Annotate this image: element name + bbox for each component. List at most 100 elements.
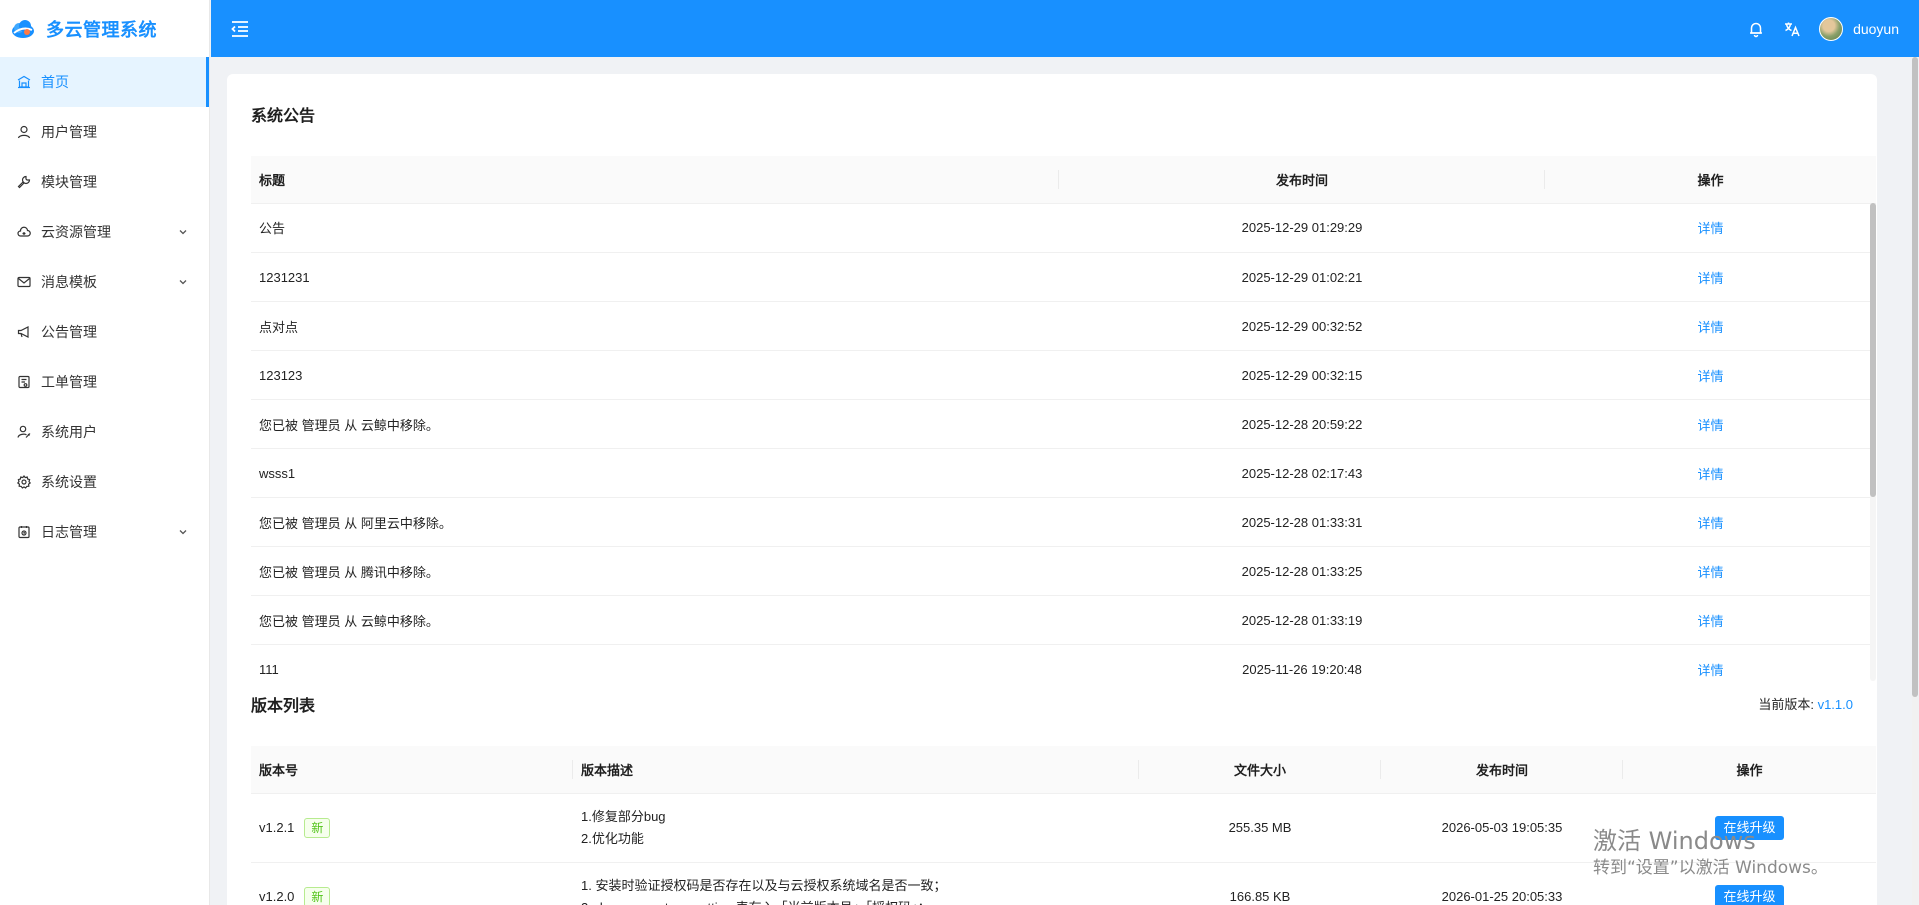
windows-activation-watermark: 激活 Windows 转到“设置”以激活 Windows。 (1593, 826, 1828, 880)
announcement-time: 2025-11-26 19:20:48 (1059, 644, 1545, 681)
sidebar-item-label: 公告管理 (41, 324, 97, 340)
table-row: 111 2025-11-26 19:20:48 详情 (251, 644, 1876, 681)
announcements-body[interactable]: 公告 2025-12-29 01:29:29 详情 1231231 2025-12-29… (251, 203, 1876, 681)
table-row: 您已被 管理员 从 阿里云中移除。 2025-12-28 01:33:31 详情 (251, 497, 1876, 547)
sidebar-item-message-templates[interactable]: 消息模板 (0, 257, 209, 307)
announcement-title: 1231231 (251, 252, 1059, 302)
current-version: 当前版本: v1.1.0 (1758, 694, 1853, 713)
announcement-time: 2025-12-28 20:59:22 (1059, 399, 1545, 449)
announcement-title: 您已被 管理员 从 云鲸中移除。 (251, 399, 1059, 449)
chevron-down-icon (179, 530, 187, 535)
version-size: 255.35 MB (1139, 793, 1381, 863)
sidebar-item-tickets[interactable]: 工单管理 (0, 357, 209, 407)
version-time: 2026-05-03 19:05:35 (1381, 793, 1623, 863)
online-upgrade-button[interactable]: 在线升级 (1715, 884, 1784, 905)
version-description: 1.修复部分bug 2.优化功能 (573, 793, 1139, 863)
sidebar-item-label: 模块管理 (41, 174, 97, 190)
announcement-title: 123123 (251, 350, 1059, 400)
top-header: duoyun (211, 0, 1919, 57)
version-size: 166.85 KB (1139, 862, 1381, 905)
sidebar-menu: 首页 用户管理 模块管理 云资源管理 消息模板 公告管理 工单管理 系统用户 系… (0, 57, 209, 557)
sidebar-item-label: 消息模板 (41, 274, 97, 290)
announcement-title: 公告 (251, 203, 1059, 253)
announcements-scrollbar[interactable] (1870, 203, 1876, 681)
translate-icon[interactable] (1783, 20, 1801, 38)
current-version-value: v1.1.0 (1817, 697, 1853, 712)
current-version-label: 当前版本: (1758, 697, 1818, 712)
sidebar-item-modules[interactable]: 模块管理 (0, 157, 209, 207)
detail-link[interactable]: 详情 (1697, 221, 1723, 236)
sidebar-item-system-settings[interactable]: 系统设置 (0, 457, 209, 507)
menu-fold-icon[interactable] (228, 17, 252, 41)
table-header-row: 版本号 版本描述 文件大小 发布时间 操作 (251, 746, 1876, 794)
watermark-line: 激活 Windows (1593, 827, 1756, 855)
cloud-icon (17, 225, 31, 239)
detail-link[interactable]: 详情 (1697, 467, 1723, 482)
avatar (1819, 16, 1844, 41)
brand[interactable]: 多云管理系统 (0, 0, 209, 57)
announcement-action-cell: 详情 (1545, 546, 1876, 596)
table-row: 您已被 管理员 从 云鲸中移除。 2025-12-28 01:33:19 详情 (251, 595, 1876, 645)
detail-link[interactable]: 详情 (1697, 320, 1723, 335)
home-icon (17, 75, 31, 89)
version-cell: v1.2.1 新 (251, 793, 573, 863)
announcements-table: 标题 发布时间 操作 公告 2025-12-29 01:29:29 详情 123123… (251, 156, 1876, 681)
sidebar-item-cloud-resources[interactable]: 云资源管理 (0, 207, 209, 257)
announcement-time: 2025-12-29 00:32:15 (1059, 350, 1545, 400)
dashboard-card: 系统公告 标题 发布时间 操作 公告 2025-12-29 01:29:29 详情 1… (227, 74, 1877, 905)
scroll-thumb[interactable] (1870, 203, 1876, 497)
megaphone-icon (17, 325, 31, 339)
page-scrollbar[interactable] (1912, 57, 1918, 905)
announcement-action-cell: 详情 (1545, 497, 1876, 547)
sidebar: 多云管理系统 首页 用户管理 模块管理 云资源管理 消息模板 公告管理 工单管理… (0, 0, 210, 905)
version-cell: v1.2.0 新 (251, 862, 573, 905)
sidebar-item-label: 用户管理 (41, 124, 97, 140)
column-header: 发布时间 (1381, 746, 1623, 794)
announcement-action-cell: 详情 (1545, 399, 1876, 449)
mail-icon (17, 275, 31, 289)
detail-link[interactable]: 详情 (1697, 271, 1723, 286)
detail-link[interactable]: 详情 (1697, 418, 1723, 433)
announcement-action-cell: 详情 (1545, 595, 1876, 645)
brand-title: 多云管理系统 (46, 19, 157, 40)
bell-icon[interactable] (1747, 20, 1765, 38)
ticket-icon (17, 375, 31, 389)
cloud-logo-icon (12, 19, 34, 38)
detail-link[interactable]: 详情 (1697, 516, 1723, 531)
table-row: 您已被 管理员 从 腾讯中移除。 2025-12-28 01:33:25 详情 (251, 546, 1876, 596)
new-badge: 新 (304, 817, 331, 838)
sidebar-item-system-users[interactable]: 系统用户 (0, 407, 209, 457)
announcement-title: wsss1 (251, 448, 1059, 498)
announcement-action-cell: 详情 (1545, 644, 1876, 681)
column-header: 文件大小 (1139, 746, 1381, 794)
version-desc-line: 1. 安装时验证授权码是否存在以及与云授权系统域名是否一致； (581, 877, 947, 893)
wrench-icon (17, 175, 31, 189)
user-icon (17, 125, 31, 139)
table-row: 公告 2025-12-29 01:29:29 详情 (251, 203, 1876, 253)
sidebar-item-home[interactable]: 首页 (0, 57, 209, 107)
sidebar-item-logs[interactable]: 日志管理 (0, 507, 209, 557)
detail-link[interactable]: 详情 (1697, 663, 1723, 678)
chevron-down-icon (179, 230, 187, 235)
announcement-time: 2025-12-28 01:33:19 (1059, 595, 1545, 645)
column-header: 操作 (1545, 156, 1876, 204)
announcement-title: 您已被 管理员 从 阿里云中移除。 (251, 497, 1059, 547)
sidebar-item-users[interactable]: 用户管理 (0, 107, 209, 157)
page-scroll-thumb[interactable] (1912, 57, 1918, 697)
announcement-action-cell: 详情 (1545, 252, 1876, 302)
column-header: 版本描述 (573, 746, 1139, 794)
gear-icon (17, 475, 31, 489)
log-icon (17, 525, 31, 539)
detail-link[interactable]: 详情 (1697, 369, 1723, 384)
announcement-time: 2025-12-28 01:33:31 (1059, 497, 1545, 547)
sidebar-item-label: 系统设置 (41, 474, 97, 490)
user-menu[interactable]: duoyun (1819, 16, 1899, 41)
announcement-action-cell: 详情 (1545, 350, 1876, 400)
sidebar-item-announcements[interactable]: 公告管理 (0, 307, 209, 357)
version-desc-line: 1.修复部分bug (581, 808, 666, 824)
announcement-action-cell: 详情 (1545, 448, 1876, 498)
announcement-action-cell: 详情 (1545, 301, 1876, 351)
announcement-title: 您已被 管理员 从 腾讯中移除。 (251, 546, 1059, 596)
detail-link[interactable]: 详情 (1697, 614, 1723, 629)
detail-link[interactable]: 详情 (1697, 565, 1723, 580)
